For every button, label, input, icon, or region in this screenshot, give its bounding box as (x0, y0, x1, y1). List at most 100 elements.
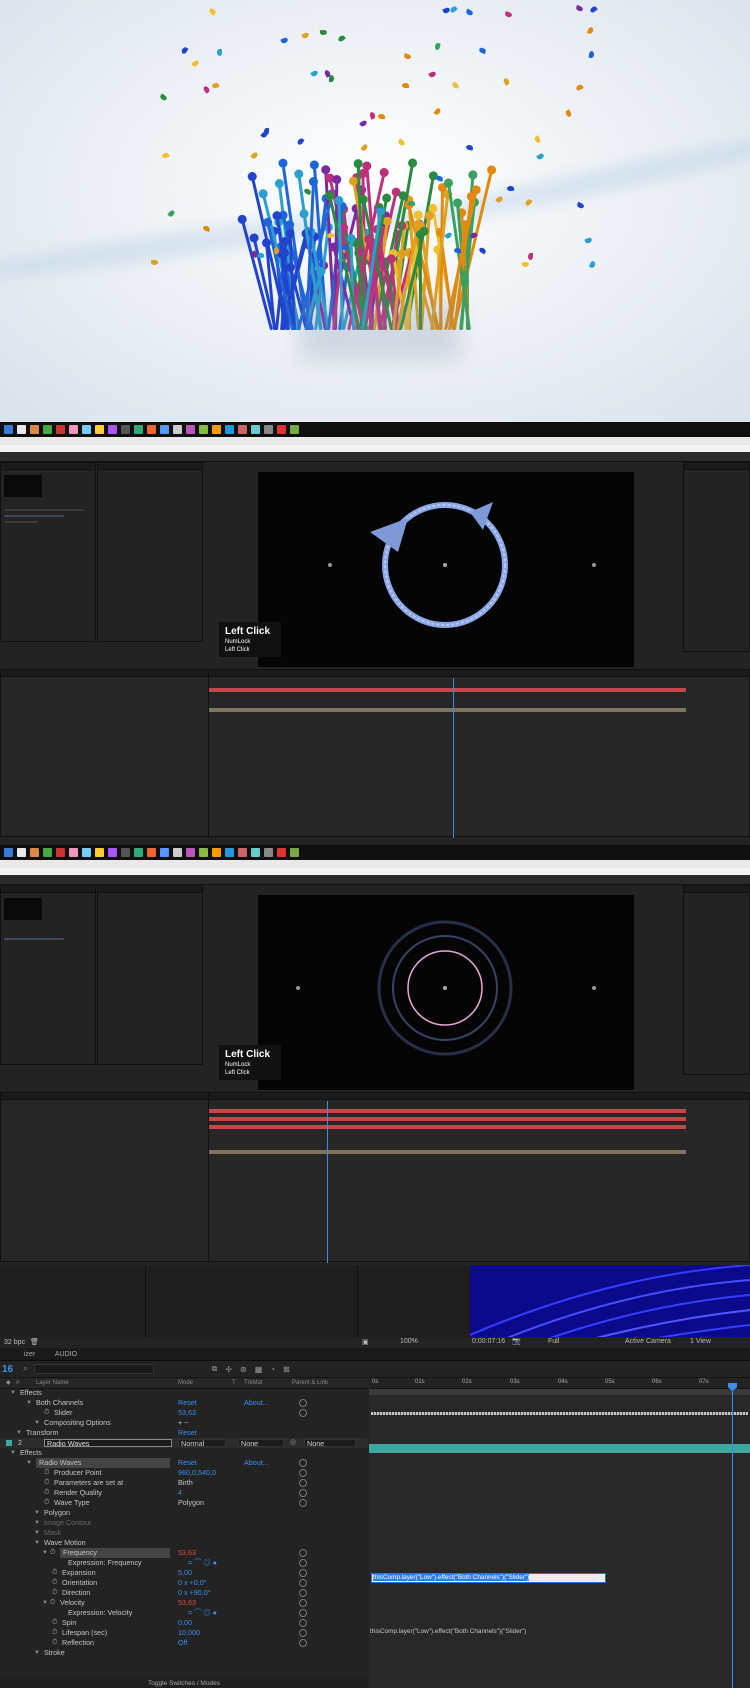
layer-mode-select[interactable]: Normal (178, 1439, 226, 1448)
graph-editor-icon[interactable]: ⊠ (283, 1365, 290, 1374)
motion-blur-switch[interactable] (299, 1609, 307, 1617)
property-value[interactable]: Reset (178, 1398, 197, 1408)
playhead[interactable] (732, 1389, 733, 1688)
property-value[interactable]: 10,000 (178, 1628, 200, 1638)
time-ruler[interactable]: 0s 01s 02s 03s 04s 05s 06s 07s (369, 1378, 750, 1389)
stopwatch-icon[interactable]: ⏱ (52, 1578, 57, 1588)
layer-property-row[interactable]: ▼ Polygon (0, 1508, 368, 1518)
add-remove-controls[interactable]: + − (178, 1418, 188, 1428)
taskbar-app-icon[interactable] (43, 848, 52, 857)
playhead[interactable] (327, 1101, 328, 1263)
taskbar-app-icon[interactable] (186, 848, 195, 857)
toggle-switches-modes[interactable]: Toggle Switches / Modes (0, 1679, 368, 1688)
layer-property-row[interactable]: ⏱ Render Quality 4 (0, 1488, 368, 1498)
property-value[interactable]: 0,00 (178, 1618, 192, 1628)
property-value[interactable]: 53,63 (178, 1408, 196, 1418)
work-area-bar[interactable] (369, 1389, 750, 1395)
taskbar-app-icon[interactable] (173, 848, 182, 857)
layer-property-row[interactable]: ⏱ Spin 0,00 (0, 1618, 368, 1628)
motion-blur-switch[interactable] (299, 1569, 307, 1577)
taskbar-app-icon[interactable] (212, 848, 221, 857)
taskbar-app-icon[interactable] (264, 848, 273, 857)
expand-triangle-icon[interactable]: ▼ (34, 1528, 40, 1538)
trkmat-select[interactable]: None (238, 1439, 284, 1448)
taskbar-app-icon[interactable] (147, 425, 156, 434)
taskbar-app-icon[interactable] (30, 425, 39, 434)
taskbar-app-icon[interactable] (290, 848, 299, 857)
taskbar-app-icon[interactable] (134, 848, 143, 857)
trash-icon[interactable]: 🗑 (30, 1338, 39, 1346)
motion-blur-switch[interactable] (299, 1589, 307, 1597)
motion-blur-switch[interactable] (299, 1479, 307, 1487)
layer-label-swatch[interactable] (6, 1440, 12, 1446)
stopwatch-icon[interactable]: ⏱ (50, 1598, 55, 1608)
layer-property-row[interactable]: ▼ Effects (0, 1388, 368, 1398)
stopwatch-icon[interactable]: ⏱ (50, 1548, 55, 1558)
motion-blur-switch[interactable] (299, 1549, 307, 1557)
layer-name-field[interactable]: Radio Waves (44, 1439, 172, 1448)
expand-triangle-icon[interactable]: ▼ (10, 1448, 16, 1458)
taskbar-app-icon[interactable] (251, 848, 260, 857)
taskbar-app-icon[interactable] (95, 848, 104, 857)
property-value[interactable]: Birth (178, 1478, 193, 1488)
layer-property-row[interactable]: Expression: Velocity = ⌒ ◎ ● (0, 1608, 368, 1618)
motion-blur-switch[interactable] (299, 1619, 307, 1627)
taskbar-app-icon[interactable] (121, 425, 130, 434)
expand-triangle-icon[interactable]: ▼ (16, 1428, 22, 1438)
layer-property-row[interactable]: ⏱ Lifespan (sec) 10,000 (0, 1628, 368, 1638)
taskbar-app-icon[interactable] (30, 848, 39, 857)
tab-audio[interactable]: AUDIO (55, 1351, 77, 1358)
layer-property-row[interactable]: ▼ Wave Motion (0, 1538, 368, 1548)
pickwhip-icon[interactable]: ◎ (290, 1438, 296, 1448)
view-layout-select[interactable]: 1 View (690, 1338, 711, 1345)
taskbar-app-icon[interactable] (264, 425, 273, 434)
taskbar-app-icon[interactable] (82, 425, 91, 434)
expand-triangle-icon[interactable]: ▼ (26, 1398, 32, 1408)
taskbar-app-icon[interactable] (56, 848, 65, 857)
motion-blur-icon[interactable]: ◔ (270, 1365, 275, 1374)
layer-property-row[interactable]: ▼ Image Contour (0, 1518, 368, 1528)
motion-blur-switch[interactable] (299, 1639, 307, 1647)
property-value[interactable]: 4 (178, 1488, 182, 1498)
parent-select[interactable]: None (304, 1439, 356, 1448)
motion-blur-switch[interactable] (299, 1629, 307, 1637)
view-options-icon[interactable]: ▣ (362, 1338, 369, 1346)
property-value[interactable]: 0 x +90,0° (178, 1588, 211, 1598)
taskbar-app-icon[interactable] (160, 848, 169, 857)
taskbar-app-icon[interactable] (121, 848, 130, 857)
layer-property-row[interactable]: ▼ Compositing Options + − (0, 1418, 368, 1428)
property-value[interactable]: Polygon (178, 1498, 204, 1508)
layer-property-row[interactable]: ▼ ⏱ Velocity 53,63 (0, 1598, 368, 1608)
layer-property-row[interactable]: 2 Radio Waves Normal None ◎ None (0, 1438, 368, 1448)
layer-property-row[interactable]: ▼ ⏱ Frequency 53,63 (0, 1548, 368, 1558)
taskbar-app-icon[interactable] (290, 425, 299, 434)
taskbar-app-icon[interactable] (43, 425, 52, 434)
layer-property-row[interactable]: ⏱ Expansion 5,00 (0, 1568, 368, 1578)
expression-field-frequency[interactable]: thisComp.layer("Low").effect("Both Chann… (371, 1573, 606, 1583)
property-value[interactable]: Off (178, 1638, 187, 1648)
taskbar-app-icon[interactable] (69, 848, 78, 857)
taskbar-app-icon[interactable] (238, 848, 247, 857)
taskbar-app-icon[interactable] (277, 848, 286, 857)
taskbar-app-icon[interactable] (69, 425, 78, 434)
stopwatch-icon[interactable]: ⏱ (44, 1468, 49, 1478)
layer-property-row[interactable]: Expression: Frequency = ⌒ ◎ ● (0, 1558, 368, 1568)
taskbar-app-icon[interactable] (17, 848, 26, 857)
stopwatch-icon[interactable]: ⏱ (52, 1568, 57, 1578)
property-value[interactable]: 53,63 (178, 1548, 196, 1558)
layer-property-row[interactable]: ▼ Transform Reset (0, 1428, 368, 1438)
taskbar-app-icon[interactable] (108, 425, 117, 434)
taskbar-app-icon[interactable] (212, 425, 221, 434)
expression-controls[interactable]: = ⌒ ◎ ● (188, 1608, 217, 1618)
taskbar-app-icon[interactable] (225, 848, 234, 857)
taskbar-app-icon[interactable] (4, 425, 13, 434)
draft-3d-icon[interactable]: ✢ (225, 1365, 232, 1374)
taskbar-app-icon[interactable] (17, 425, 26, 434)
motion-blur-switch[interactable] (299, 1399, 307, 1407)
expand-triangle-icon[interactable]: ▼ (26, 1458, 32, 1468)
taskbar-app-icon[interactable] (108, 848, 117, 857)
taskbar-app-icon[interactable] (160, 425, 169, 434)
taskbar-app-icon[interactable] (238, 425, 247, 434)
taskbar-app-icon[interactable] (95, 425, 104, 434)
stopwatch-icon[interactable]: ⏱ (52, 1588, 57, 1598)
